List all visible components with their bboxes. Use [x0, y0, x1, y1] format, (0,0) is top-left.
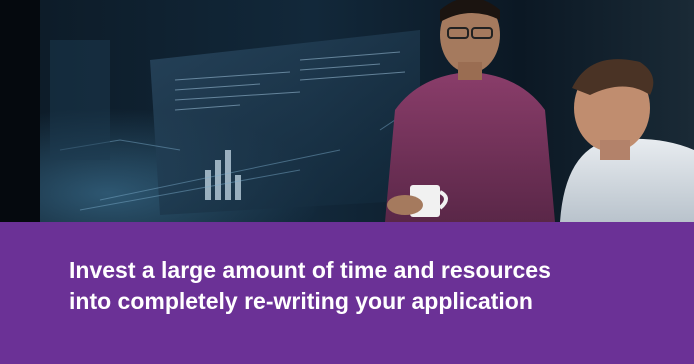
hero-photo-illustration: [0, 0, 694, 222]
caption-text: Invest a large amount of time and resour…: [69, 255, 669, 317]
content-card: Invest a large amount of time and resour…: [0, 0, 694, 364]
caption-panel: Invest a large amount of time and resour…: [0, 222, 694, 364]
caption-line-1: Invest a large amount of time and resour…: [69, 257, 551, 283]
caption-line-2: into completely re-writing your applicat…: [69, 288, 533, 314]
hero-image: [0, 0, 694, 222]
